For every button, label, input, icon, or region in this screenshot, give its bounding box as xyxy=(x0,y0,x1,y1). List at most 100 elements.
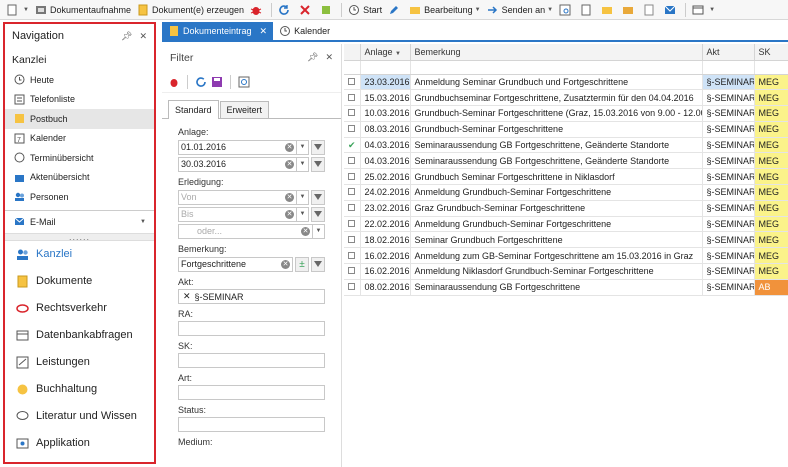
row-checkbox[interactable] xyxy=(348,267,356,275)
table-row[interactable]: 24.02.2016 Anmeldung Grundbuch-Seminar Fo… xyxy=(344,184,788,201)
filter-funnel-button[interactable] xyxy=(311,156,325,172)
pin-icon[interactable]: 📌︎ xyxy=(121,31,132,42)
row-select-cell[interactable] xyxy=(344,247,361,265)
clear-icon[interactable]: ✕ xyxy=(285,159,294,169)
refresh-button[interactable] xyxy=(275,1,296,19)
table-row[interactable]: 16.02.2016 Anmeldung zum GB-Seminar Fortg… xyxy=(344,247,788,265)
sidebar-item-terminuebersicht[interactable]: Terminübersicht xyxy=(5,148,154,168)
row-checkbox[interactable] xyxy=(348,172,356,180)
bemerkung-field[interactable]: Fortgeschrittene ✕ xyxy=(178,256,293,272)
row-checkbox[interactable] xyxy=(348,283,356,291)
close-icon[interactable]: ✕ xyxy=(325,52,333,63)
oder-field[interactable]: oder... ✕ xyxy=(178,223,313,239)
row-checkbox[interactable] xyxy=(348,220,356,228)
sidebar-item-email[interactable]: E-Mail ▼ xyxy=(5,211,154,233)
sidebar-item-telefonliste[interactable]: Telefonliste xyxy=(5,90,154,110)
akt-tag-field[interactable]: ✕ §-SEMINAR xyxy=(178,289,325,304)
chevron-down-icon[interactable]: ▼ xyxy=(313,223,325,239)
layout-button[interactable]: ▼ xyxy=(689,1,718,19)
folder-button[interactable] xyxy=(598,1,619,19)
clear-icon[interactable]: ✕ xyxy=(285,209,294,219)
table-row[interactable]: 23.03.2016 Anmeldung Seminar Grundbuch un… xyxy=(344,74,788,91)
module-leistungen[interactable]: Leistungen xyxy=(5,349,154,376)
table-row[interactable]: 18.02.2016 Seminar Grundbuch Fortgeschrit… xyxy=(344,231,788,249)
close-icon[interactable]: ✕ xyxy=(139,31,147,42)
table-row[interactable]: ✔ 04.03.2016 Seminaraussendung GB Fortgesc… xyxy=(344,137,788,154)
sidebar-item-postbuch[interactable]: Postbuch xyxy=(5,109,154,129)
table-row[interactable]: 15.03.2016 Grundbuchseminar Fortgeschritt… xyxy=(344,89,788,107)
chevron-down-icon[interactable]: ▼ xyxy=(297,189,309,205)
open-folder-button[interactable] xyxy=(619,1,640,19)
tab-dokumenteintrag[interactable]: Dokumenteintrag ✕ xyxy=(162,22,274,40)
start-button[interactable]: Start xyxy=(345,1,385,19)
row-checkbox[interactable] xyxy=(348,109,356,117)
document-button[interactable] xyxy=(577,1,598,19)
module-buchhaltung[interactable]: Buchhaltung xyxy=(5,376,154,403)
bug-button[interactable] xyxy=(247,1,268,19)
module-kanzlei[interactable]: Kanzlei xyxy=(5,241,154,268)
column-header-anlage[interactable]: Anlage ▼ xyxy=(360,44,411,61)
filter-funnel-button[interactable] xyxy=(311,256,325,272)
module-applikation[interactable]: Applikation xyxy=(5,430,154,457)
sidebar-item-heute[interactable]: Heute xyxy=(5,70,154,90)
pin-icon[interactable]: 📌︎ xyxy=(307,52,318,63)
module-rechtsverkehr[interactable]: Rechtsverkehr xyxy=(5,295,154,322)
dokumente-erzeugen-button[interactable]: Dokument(e) erzeugen xyxy=(134,1,247,19)
delete-button[interactable] xyxy=(296,1,317,19)
row-select-cell[interactable] xyxy=(344,74,361,91)
search-refresh-icon[interactable] xyxy=(238,76,250,88)
sidebar-item-kalender[interactable]: 7 Kalender xyxy=(5,129,154,149)
row-select-cell[interactable] xyxy=(344,200,361,217)
anlage-to-field[interactable]: 30.03.2016 ✕ xyxy=(178,156,297,172)
column-header-sk[interactable]: SK xyxy=(754,44,788,61)
column-header-akt[interactable]: Akt xyxy=(702,44,755,61)
clear-icon[interactable]: ✕ xyxy=(281,259,290,269)
table-row[interactable]: 23.02.2016 Graz Grundbuch-Seminar Fortges… xyxy=(344,200,788,217)
row-checkbox[interactable] xyxy=(348,125,356,133)
row-select-cell[interactable] xyxy=(344,216,361,233)
note-button[interactable] xyxy=(640,1,661,19)
ra-field[interactable] xyxy=(178,321,325,336)
row-checkbox[interactable] xyxy=(348,93,356,101)
sk-field[interactable] xyxy=(178,353,325,368)
row-select-cell[interactable] xyxy=(344,279,361,296)
row-select-cell[interactable] xyxy=(344,152,361,170)
close-tab-icon[interactable]: ✕ xyxy=(260,26,268,37)
chevron-down-icon[interactable]: ▼ xyxy=(297,156,309,172)
row-select-cell[interactable] xyxy=(344,89,361,107)
edit-pencil-button[interactable] xyxy=(385,1,406,19)
remove-tag-icon[interactable]: ✕ xyxy=(183,291,191,302)
reset-icon[interactable] xyxy=(195,76,207,88)
row-checkbox[interactable] xyxy=(348,77,356,85)
stop-button[interactable] xyxy=(317,1,338,19)
chevron-down-icon[interactable]: ▼ xyxy=(297,139,309,155)
filter-funnel-button[interactable] xyxy=(311,189,325,205)
module-datenbankabfragen[interactable]: Datenbankabfragen xyxy=(5,322,154,349)
erledigung-from-field[interactable]: Von ✕ xyxy=(178,189,297,205)
filter-funnel-button[interactable] xyxy=(311,139,325,155)
filter-options-button[interactable]: ± xyxy=(295,256,309,272)
clear-icon[interactable]: ✕ xyxy=(285,192,294,202)
chevron-down-icon[interactable]: ▼ xyxy=(297,206,309,222)
row-select-cell[interactable] xyxy=(344,105,361,122)
module-dokumente[interactable]: Dokumente xyxy=(5,268,154,295)
table-row[interactable]: 10.03.2016 Grundbuch-Seminar Fortgeschrit… xyxy=(344,105,788,122)
table-row[interactable]: 08.03.2016 Grundbuch-Seminar Fortgeschrit… xyxy=(344,121,788,138)
row-select-cell[interactable] xyxy=(344,184,361,201)
row-checkbox[interactable] xyxy=(348,188,356,196)
row-select-cell[interactable]: ✔ xyxy=(344,137,361,154)
save-icon[interactable] xyxy=(211,76,223,88)
status-field[interactable] xyxy=(178,417,325,432)
anlage-from-field[interactable]: 01.01.2016 ✕ xyxy=(178,139,297,155)
tab-standard[interactable]: Standard xyxy=(168,100,219,119)
tab-kalender[interactable]: Kalender xyxy=(273,22,336,40)
column-header-bemerkung[interactable]: Bemerkung xyxy=(410,44,703,61)
sidebar-item-personen[interactable]: Personen xyxy=(5,187,154,207)
bearbeitung-button[interactable]: Bearbeitung ▼ xyxy=(406,1,484,19)
splitter-grip[interactable]: ...... xyxy=(5,232,154,241)
email-button[interactable] xyxy=(661,1,682,19)
dokumentaufnahme-button[interactable]: Dokumentaufnahme xyxy=(32,1,134,19)
row-checkbox[interactable] xyxy=(348,156,356,164)
table-row[interactable]: 25.02.2016 Grundbuch Seminar Fortgeschrit… xyxy=(344,168,788,186)
art-field[interactable] xyxy=(178,385,325,400)
